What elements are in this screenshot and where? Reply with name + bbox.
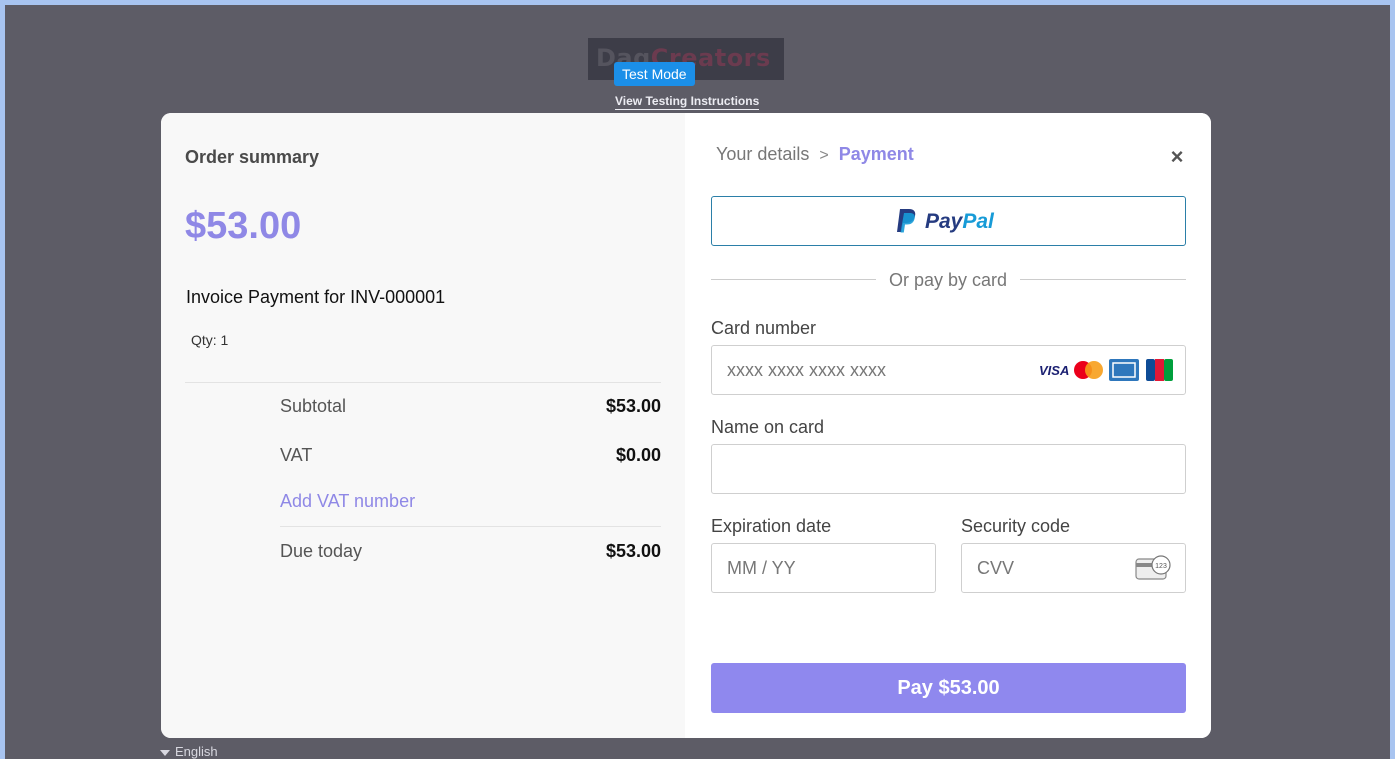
subtotal-row: Subtotal $53.00 <box>280 396 661 420</box>
vat-value: $0.00 <box>615 445 661 465</box>
breadcrumb: Your details > Payment <box>716 144 914 165</box>
expiration-date-field <box>711 543 936 593</box>
mastercard-icon <box>1074 361 1103 379</box>
cvv-card-icon: 123 <box>1135 555 1171 580</box>
checkout-modal: Order summary $53.00 Invoice Payment for… <box>161 113 1211 738</box>
amex-icon <box>1109 359 1139 381</box>
card-number-label: Card number <box>711 318 817 338</box>
paypal-wordmark: PayPal <box>925 210 994 233</box>
close-icon[interactable]: × <box>1167 144 1187 169</box>
due-today-label: Due today <box>280 541 363 561</box>
divider-line <box>1020 279 1186 280</box>
paypal-icon <box>897 209 916 233</box>
vat-row: VAT $0.00 <box>280 445 661 469</box>
add-vat-number-link[interactable]: Add VAT number <box>280 491 415 512</box>
jcb-icon <box>1146 359 1173 381</box>
order-total-amount: $53.00 <box>185 205 302 247</box>
card-number-input[interactable] <box>727 346 1059 394</box>
visa-icon: VISA <box>1039 363 1069 378</box>
testing-instructions-link[interactable]: View Testing Instructions <box>615 93 760 110</box>
due-today-row: Due today $53.00 <box>280 541 661 565</box>
vat-label: VAT <box>280 445 313 465</box>
security-code-label: Security code <box>961 516 1071 536</box>
divider <box>280 526 661 527</box>
order-summary-panel: Order summary $53.00 Invoice Payment for… <box>161 113 685 738</box>
breadcrumb-your-details[interactable]: Your details <box>716 144 809 164</box>
due-today-value: $53.00 <box>605 541 661 561</box>
chevron-right-icon: > <box>819 147 829 164</box>
security-code-field: 123 <box>961 543 1186 593</box>
subtotal-value: $53.00 <box>605 396 661 416</box>
payment-panel: Your details > Payment × PayPal Or pay by … <box>685 113 1211 738</box>
subtotal-label: Subtotal <box>280 396 347 416</box>
order-summary-title: Order summary <box>185 147 320 167</box>
security-code-input[interactable] <box>977 544 1134 592</box>
language-label: English <box>175 744 218 759</box>
name-on-card-label: Name on card <box>711 417 825 437</box>
breadcrumb-payment: Payment <box>838 144 914 164</box>
card-brand-icons: VISA <box>1039 359 1173 381</box>
name-on-card-input[interactable] <box>727 445 1059 493</box>
caret-down-icon <box>160 749 170 756</box>
expiration-date-label: Expiration date <box>711 516 832 536</box>
expiration-date-input[interactable] <box>727 544 884 592</box>
name-on-card-field <box>711 444 1186 494</box>
line-item-name: Invoice Payment for INV-000001 <box>186 287 446 307</box>
divider <box>185 382 661 383</box>
language-selector[interactable]: English <box>160 744 218 759</box>
or-pay-by-card-text: Or pay by card <box>888 270 1008 290</box>
paypal-button[interactable]: PayPal <box>711 196 1186 246</box>
card-number-field: VISA <box>711 345 1186 395</box>
line-item-qty: Qty: 1 <box>191 332 229 348</box>
test-mode-badge: Test Mode <box>614 62 695 86</box>
svg-text:123: 123 <box>1155 563 1167 570</box>
pay-button[interactable]: Pay $53.00 <box>711 663 1186 713</box>
